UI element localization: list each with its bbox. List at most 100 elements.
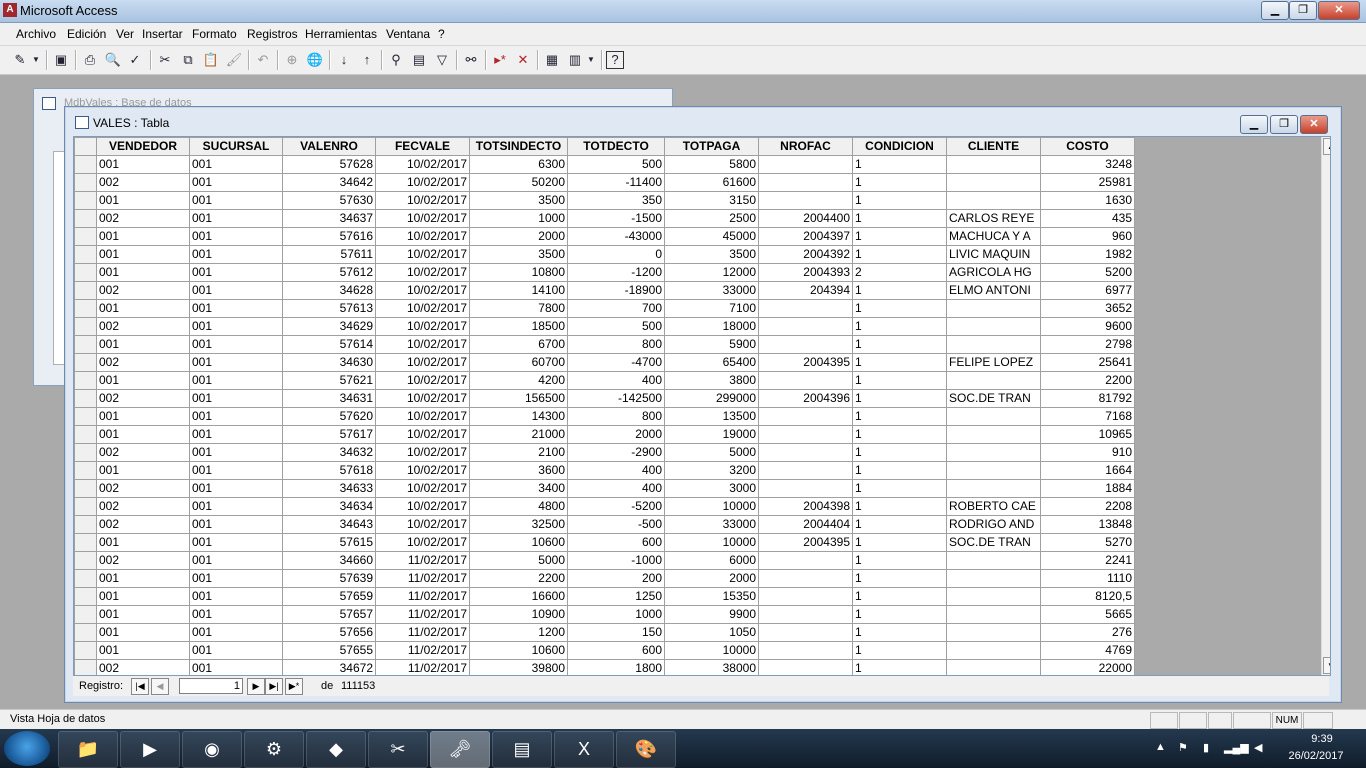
- cell-totpaga[interactable]: 65400: [664, 353, 759, 372]
- cell-sucursal[interactable]: 001: [189, 659, 283, 675]
- record-selector[interactable]: [74, 407, 97, 426]
- cell-totdecto[interactable]: 500: [567, 155, 665, 174]
- cell-nrofac[interactable]: [758, 443, 853, 462]
- cell-condicion[interactable]: 1: [852, 209, 947, 228]
- cell-fecvale[interactable]: 10/02/2017: [375, 515, 470, 534]
- cell-sucursal[interactable]: 001: [189, 155, 283, 174]
- column-header-sucursal[interactable]: SUCURSAL: [189, 137, 283, 156]
- cell-totdecto[interactable]: -2900: [567, 443, 665, 462]
- filter-by-form-icon[interactable]: ▤: [409, 50, 429, 70]
- cell-cliente[interactable]: [946, 317, 1041, 336]
- sort-ascending-icon[interactable]: ↓: [334, 50, 354, 70]
- cell-totsindecto[interactable]: 3600: [469, 461, 568, 480]
- cell-cliente[interactable]: [946, 299, 1041, 318]
- cell-cliente[interactable]: SOC.DE TRAN: [946, 533, 1041, 552]
- cell-costo[interactable]: 1110: [1040, 569, 1135, 588]
- cell-totpaga[interactable]: 3150: [664, 191, 759, 210]
- record-selector[interactable]: [74, 389, 97, 408]
- cell-costo[interactable]: 2200: [1040, 371, 1135, 390]
- cell-cliente[interactable]: AGRICOLA HG: [946, 263, 1041, 282]
- cell-cliente[interactable]: ROBERTO CAE: [946, 497, 1041, 516]
- column-header-totsindecto[interactable]: TOTSINDECTO: [469, 137, 568, 156]
- cell-totpaga[interactable]: 9900: [664, 605, 759, 624]
- cell-costo[interactable]: 3652: [1040, 299, 1135, 318]
- cell-vendedor[interactable]: 001: [96, 425, 190, 444]
- paint-icon[interactable]: 🎨: [616, 731, 676, 768]
- cell-nrofac[interactable]: 2004396: [758, 389, 853, 408]
- cell-totpaga[interactable]: 38000: [664, 659, 759, 675]
- cell-nrofac[interactable]: 2004400: [758, 209, 853, 228]
- cell-cliente[interactable]: [946, 335, 1041, 354]
- network-app-icon[interactable]: ▤: [492, 731, 552, 768]
- cell-fecvale[interactable]: 10/02/2017: [375, 317, 470, 336]
- cell-fecvale[interactable]: 10/02/2017: [375, 209, 470, 228]
- cell-vendedor[interactable]: 001: [96, 623, 190, 642]
- cell-costo[interactable]: 2241: [1040, 551, 1135, 570]
- cell-costo[interactable]: 7168: [1040, 407, 1135, 426]
- cell-totsindecto[interactable]: 3500: [469, 191, 568, 210]
- cell-cliente[interactable]: [946, 407, 1041, 426]
- cell-cliente[interactable]: [946, 569, 1041, 588]
- cell-nrofac[interactable]: [758, 479, 853, 498]
- cell-totdecto[interactable]: 400: [567, 479, 665, 498]
- cell-fecvale[interactable]: 11/02/2017: [375, 659, 470, 675]
- cell-totpaga[interactable]: 15350: [664, 587, 759, 606]
- cell-valenro[interactable]: 57659: [282, 587, 376, 606]
- cell-nrofac[interactable]: 2004395: [758, 353, 853, 372]
- cell-costo[interactable]: 5270: [1040, 533, 1135, 552]
- previous-record-icon[interactable]: ◀: [151, 678, 169, 695]
- record-selector[interactable]: [74, 317, 97, 336]
- print-icon[interactable]: ⎙: [80, 50, 100, 70]
- record-selector[interactable]: [74, 443, 97, 462]
- cell-nrofac[interactable]: 2004397: [758, 227, 853, 246]
- cell-costo[interactable]: 910: [1040, 443, 1135, 462]
- cell-vendedor[interactable]: 002: [96, 551, 190, 570]
- cell-costo[interactable]: 435: [1040, 209, 1135, 228]
- record-selector[interactable]: [74, 515, 97, 534]
- table-close-button[interactable]: ✕: [1300, 115, 1328, 134]
- cell-sucursal[interactable]: 001: [189, 299, 283, 318]
- cell-costo[interactable]: 1664: [1040, 461, 1135, 480]
- new-object-dropdown-icon[interactable]: ▼: [585, 50, 597, 70]
- cell-condicion[interactable]: 1: [852, 461, 947, 480]
- cell-condicion[interactable]: 2: [852, 263, 947, 282]
- cell-totpaga[interactable]: 1050: [664, 623, 759, 642]
- last-record-icon[interactable]: ▶|: [265, 678, 283, 695]
- cell-totdecto[interactable]: -5200: [567, 497, 665, 516]
- menu-archivo[interactable]: Archivo: [16, 27, 56, 41]
- cell-nrofac[interactable]: [758, 317, 853, 336]
- cell-totsindecto[interactable]: 14100: [469, 281, 568, 300]
- cell-sucursal[interactable]: 001: [189, 551, 283, 570]
- cell-cliente[interactable]: CARLOS REYE: [946, 209, 1041, 228]
- cell-fecvale[interactable]: 11/02/2017: [375, 587, 470, 606]
- cell-valenro[interactable]: 34628: [282, 281, 376, 300]
- view-dropdown-icon[interactable]: ▼: [30, 50, 42, 70]
- menu-edicion[interactable]: Edición: [67, 27, 106, 41]
- find-icon[interactable]: ⚯: [461, 50, 481, 70]
- column-header-costo[interactable]: COSTO: [1040, 137, 1135, 156]
- cell-fecvale[interactable]: 10/02/2017: [375, 389, 470, 408]
- cell-valenro[interactable]: 57611: [282, 245, 376, 264]
- cell-vendedor[interactable]: 001: [96, 587, 190, 606]
- cell-cliente[interactable]: [946, 371, 1041, 390]
- cell-condicion[interactable]: 1: [852, 371, 947, 390]
- cell-totdecto[interactable]: -1500: [567, 209, 665, 228]
- cell-vendedor[interactable]: 002: [96, 497, 190, 516]
- cell-totsindecto[interactable]: 2200: [469, 569, 568, 588]
- cell-condicion[interactable]: 1: [852, 299, 947, 318]
- cell-nrofac[interactable]: 2004404: [758, 515, 853, 534]
- cell-fecvale[interactable]: 10/02/2017: [375, 281, 470, 300]
- cell-totdecto[interactable]: 150: [567, 623, 665, 642]
- cell-vendedor[interactable]: 001: [96, 407, 190, 426]
- cell-cliente[interactable]: [946, 173, 1041, 192]
- cell-totsindecto[interactable]: 50200: [469, 173, 568, 192]
- cell-fecvale[interactable]: 10/02/2017: [375, 407, 470, 426]
- cell-sucursal[interactable]: 001: [189, 461, 283, 480]
- minimize-button[interactable]: ▁: [1261, 1, 1289, 20]
- cell-totpaga[interactable]: 33000: [664, 281, 759, 300]
- cell-costo[interactable]: 2208: [1040, 497, 1135, 516]
- cell-nrofac[interactable]: [758, 659, 853, 675]
- cell-cliente[interactable]: [946, 623, 1041, 642]
- cell-totsindecto[interactable]: 1200: [469, 623, 568, 642]
- cell-condicion[interactable]: 1: [852, 587, 947, 606]
